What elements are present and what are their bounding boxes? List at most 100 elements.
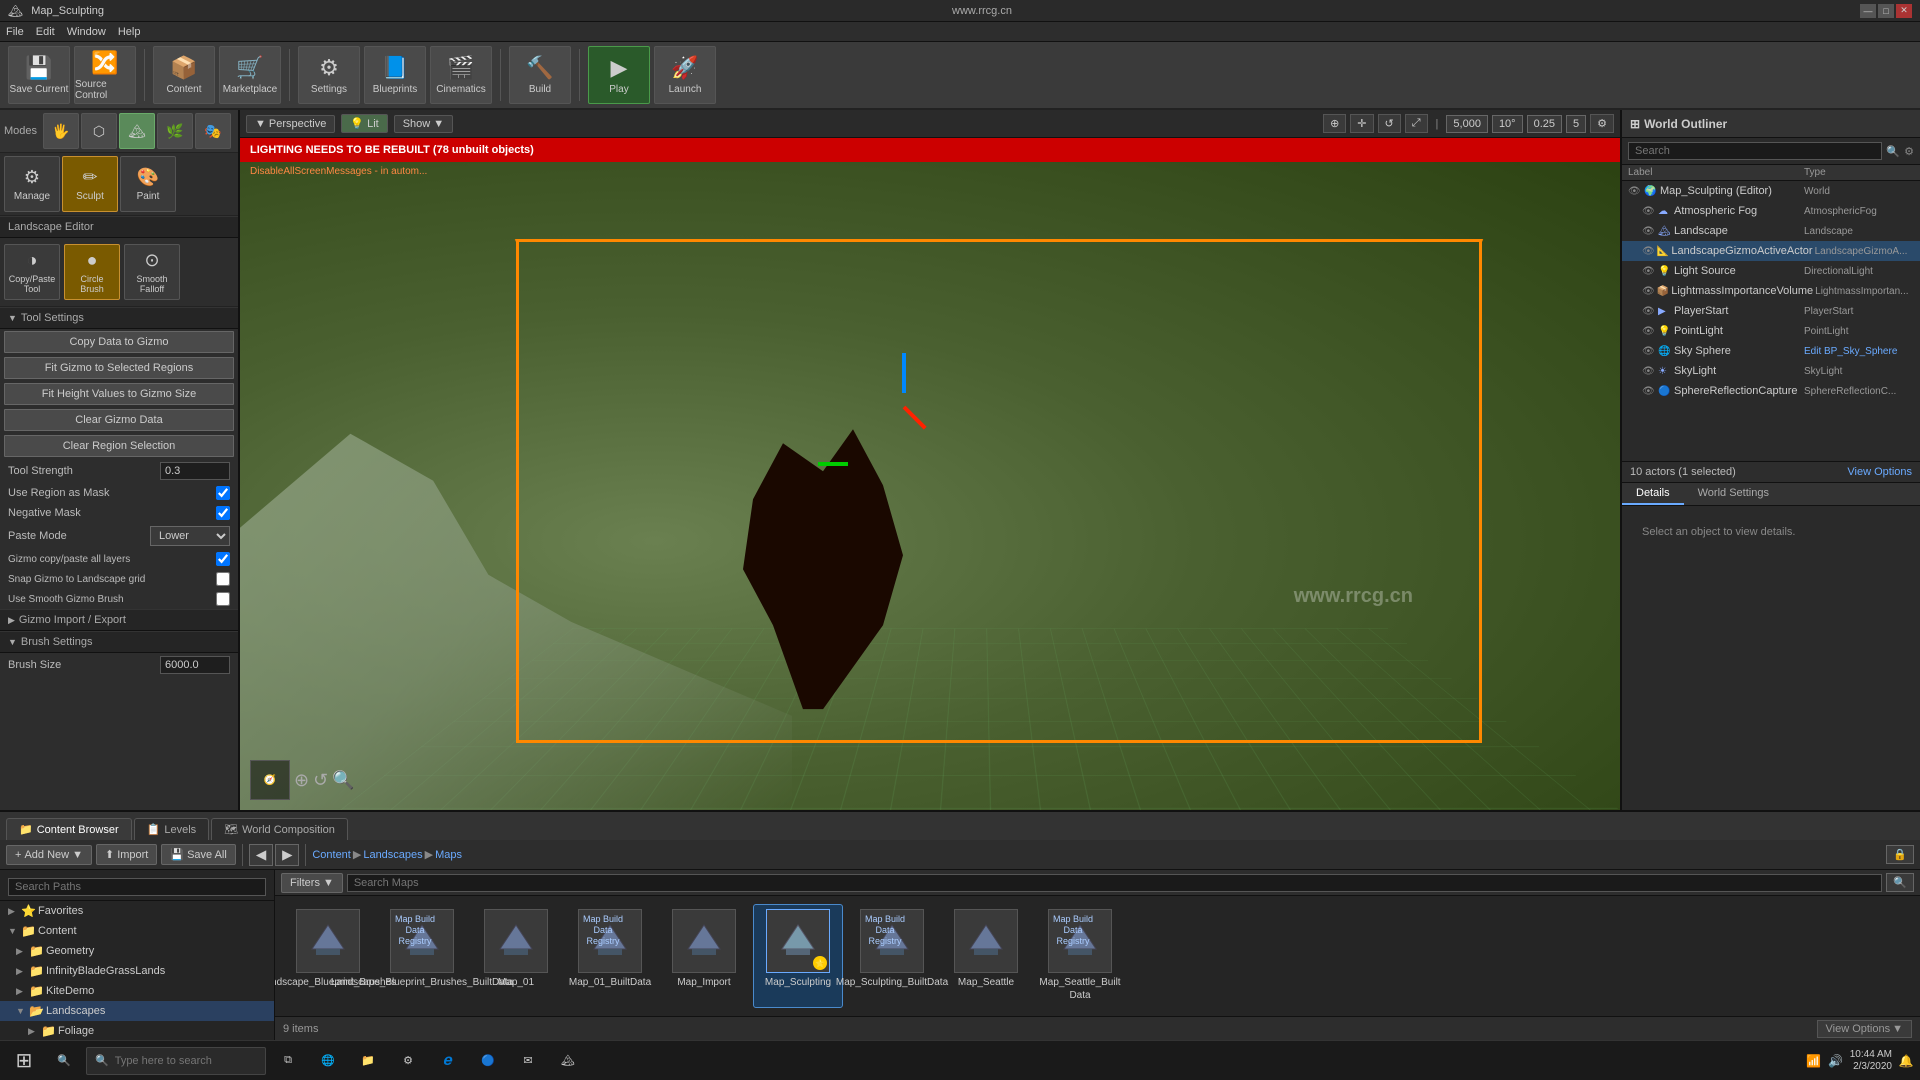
outliner-row-skylight[interactable]: 👁 ☀ SkyLight SkyLight [1622,361,1920,381]
breadcrumb-landscapes[interactable]: Landscapes [363,849,422,861]
nav-icon-2[interactable]: ↺ [313,770,328,791]
mode-paint-btn[interactable]: 🎭 [195,113,231,149]
search-paths-input[interactable] [8,878,266,896]
smooth-falloff-brush[interactable]: ⊙ SmoothFalloff [124,244,180,300]
use-region-checkbox[interactable] [216,486,230,500]
blueprints-button[interactable]: 📘 Blueprints [364,46,426,104]
paste-mode-dropdown[interactable]: Lower Raise Both [150,526,230,546]
menu-file[interactable]: File [6,26,24,38]
breadcrumb-maps[interactable]: Maps [435,849,462,861]
snap-gizmo-checkbox[interactable] [216,572,230,586]
outliner-search-input[interactable] [1628,142,1882,160]
chrome-btn[interactable]: 🔵 [470,1043,506,1079]
search-btn[interactable]: 🔍 [1886,873,1914,892]
close-button[interactable]: ✕ [1896,4,1912,18]
copy-paste-brush[interactable]: ◑ Copy/PasteTool [4,244,60,300]
smooth-gizmo-checkbox[interactable] [216,592,230,606]
asset-landscape-bp-brushes[interactable]: Landscape_Blueprint_Brushes [283,904,373,1008]
outliner-row-lightmass[interactable]: 👁 📦 LightmassImportanceVolume LightmassI… [1622,281,1920,301]
view-options-link[interactable]: View Options [1847,466,1912,478]
search-taskbar-btn[interactable]: 🔍 [46,1043,82,1079]
asset-map-seattle[interactable]: Map_Seattle [941,904,1031,1008]
maps-search-input[interactable] [347,874,1882,892]
vp-move-btn[interactable]: ✛ [1350,114,1373,133]
brush-size-input[interactable] [160,656,230,674]
nav-icon-1[interactable]: ⊕ [294,770,309,791]
save-all-button[interactable]: 💾 Save All [161,844,235,865]
asset-landscape-bp-builtdata[interactable]: Map BuildDataRegistry Landscape_Blueprin… [377,904,467,1008]
outliner-row-landscape[interactable]: 👁 🏔 Landscape Landscape [1622,221,1920,241]
explorer-btn[interactable]: 📁 [350,1043,386,1079]
volume-icon[interactable]: 🔊 [1828,1053,1844,1069]
vp-select-btn[interactable]: ⊕ [1323,114,1346,133]
tab-levels[interactable]: 📋 Levels [134,818,210,840]
copy-data-gizmo-btn[interactable]: Copy Data to Gizmo [4,331,234,353]
nav-icon-3[interactable]: 🔍 [332,770,354,791]
tree-foliage[interactable]: ▶ 📁 Foliage [0,1021,274,1040]
mode-foliage-btn[interactable]: 🌿 [157,113,193,149]
asset-map-sculpting[interactable]: ⭐ Map_Sculpting [753,904,843,1008]
asset-map-import[interactable]: Map_Import [659,904,749,1008]
tab-content-browser[interactable]: 📁 Content Browser [6,818,132,840]
asset-map01-builtdata[interactable]: Map BuildDataRegistry Map_01_BuiltData [565,904,655,1008]
content-button[interactable]: 📦 Content [153,46,215,104]
tree-kite-demo[interactable]: ▶ 📁 KiteDemo [0,981,274,1001]
asset-map-seattle-builtdata[interactable]: Map BuildDataRegistry Map_Seattle_Built … [1035,904,1125,1008]
search-icon[interactable]: 🔍 [1886,145,1900,158]
vp-scale-btn[interactable]: ⤢ [1405,114,1428,133]
tree-geometry[interactable]: ▶ 📁 Geometry [0,941,274,961]
gizmo-copy-checkbox[interactable] [216,552,230,566]
asset-map-01[interactable]: Map_01 [471,904,561,1008]
outliner-row-gizmo[interactable]: 👁 📐 LandscapeGizmoActiveActor LandscapeG… [1622,241,1920,261]
outliner-row-sphere-capture[interactable]: 👁 🔵 SphereReflectionCapture SphereReflec… [1622,381,1920,401]
cinematics-button[interactable]: 🎬 Cinematics [430,46,492,104]
launch-button[interactable]: 🚀 Launch [654,46,716,104]
clock[interactable]: 10:44 AM 2/3/2020 [1850,1049,1892,1072]
mode-select-btn[interactable]: 🖐 [43,113,79,149]
perspective-dropdown[interactable]: ▼ Perspective [246,115,335,133]
outliner-row-light[interactable]: 👁 💡 Light Source DirectionalLight [1622,261,1920,281]
start-button[interactable]: ⊞ [6,1043,42,1079]
settings-taskbar-btn[interactable]: ⚙ [390,1043,426,1079]
asset-map-sculpting-builtdata[interactable]: Map BuildDataRegistry Map_Sculpting_Buil… [847,904,937,1008]
source-control-button[interactable]: 🔀 Source Control [74,46,136,104]
breadcrumb-content[interactable]: Content [312,849,351,861]
sculpt-button[interactable]: ✏ Sculpt [62,156,118,212]
mail-btn[interactable]: ✉ [510,1043,546,1079]
tab-world-settings[interactable]: World Settings [1684,483,1783,505]
paint-button[interactable]: 🎨 Paint [120,156,176,212]
menu-help[interactable]: Help [118,26,141,38]
fit-gizmo-regions-btn[interactable]: Fit Gizmo to Selected Regions [4,357,234,379]
show-button[interactable]: Show ▼ [394,115,453,133]
play-button[interactable]: ▶ Play [588,46,650,104]
manage-button[interactable]: ⚙ Manage [4,156,60,212]
settings-icon[interactable]: ⚙ [1904,145,1914,158]
mode-landscape-btn[interactable]: 🏔 [119,113,155,149]
import-button[interactable]: ⬆ Import [96,844,157,865]
marketplace-button[interactable]: 🛒 Marketplace [219,46,281,104]
taskbar-search-input[interactable] [115,1055,245,1067]
tree-favorites[interactable]: ▶ ⭐ Favorites [0,901,274,921]
cb-forward-btn[interactable]: ▶ [275,844,299,866]
fit-height-gizmo-btn[interactable]: Fit Height Values to Gizmo Size [4,383,234,405]
add-new-button[interactable]: + Add New ▼ [6,845,92,865]
tool-strength-input[interactable] [160,462,230,480]
browser-btn[interactable]: 🌐 [310,1043,346,1079]
network-icon[interactable]: 📶 [1806,1053,1822,1069]
minimize-button[interactable]: — [1860,4,1876,18]
outliner-row-fog[interactable]: 👁 ☁ Atmospheric Fog AtmosphericFog [1622,201,1920,221]
outliner-row-playerstart[interactable]: 👁 ▶ PlayerStart PlayerStart [1622,301,1920,321]
menu-window[interactable]: Window [67,26,106,38]
lit-button[interactable]: 💡 Lit [341,114,387,133]
circle-brush-button[interactable]: ● CircleBrush [64,244,120,300]
gizmo-import-header[interactable]: ▶ Gizmo Import / Export [0,609,238,631]
menu-edit[interactable]: Edit [36,26,55,38]
filters-button[interactable]: Filters ▼ [281,873,343,893]
clear-region-btn[interactable]: Clear Region Selection [4,435,234,457]
save-button[interactable]: 💾 Save Current [8,46,70,104]
negative-mask-checkbox[interactable] [216,506,230,520]
tree-infinity-grass[interactable]: ▶ 📁 InfinityBladeGrassLands [0,961,274,981]
clear-gizmo-btn[interactable]: Clear Gizmo Data [4,409,234,431]
cb-lock-btn[interactable]: 🔒 [1886,845,1914,864]
tab-details[interactable]: Details [1622,483,1684,505]
